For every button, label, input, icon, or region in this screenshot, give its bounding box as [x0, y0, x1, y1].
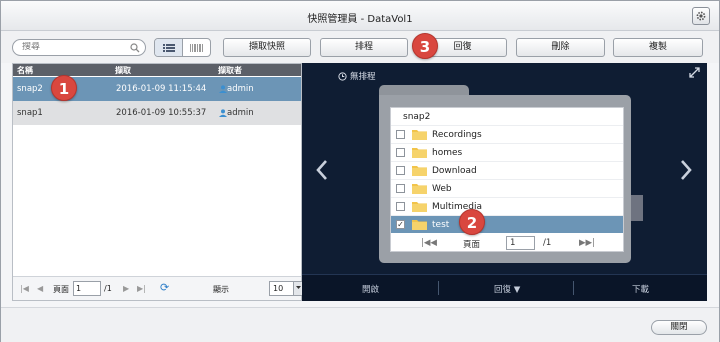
delete-button[interactable]: 刪除 [516, 38, 605, 57]
column-taken-by-header[interactable]: 擷取者 [218, 65, 242, 76]
dialog-footer: 關閉 [1, 307, 719, 342]
folder-icon [412, 130, 427, 140]
table-row[interactable]: snap1 2016-01-09 10:55:37 admin [13, 101, 301, 125]
checkbox[interactable]: ✓ [396, 220, 405, 229]
folder-icon [412, 166, 427, 176]
folder-icon [412, 202, 427, 212]
snapshot-list: 名稱 擷取 擷取者 snap2 2016-01-09 11:15:44 admi… [12, 63, 305, 301]
settings-button[interactable] [692, 7, 710, 25]
folder-row[interactable]: Recordings [391, 125, 623, 143]
folder-name: Download [432, 166, 477, 176]
folder-icon [412, 220, 427, 230]
user-icon [219, 85, 227, 93]
schedule-label: 無排程 [350, 72, 376, 82]
last-page-icon[interactable]: ▶| [137, 284, 146, 293]
last-page-icon[interactable]: ▶▶| [579, 238, 595, 248]
snapshot-title: snap2 [403, 112, 431, 122]
folder-name: Web [432, 184, 452, 194]
table-header: 名稱 擷取 擷取者 [13, 64, 301, 76]
list-icon [162, 43, 175, 52]
snapshot-folder: snap2 Recordings homes Download Web Mult… [379, 95, 631, 263]
annotation-badge-2: 2 [459, 209, 485, 235]
snapshot-name: snap2 [17, 84, 43, 94]
snapshot-user-label: admin [227, 108, 254, 118]
first-page-icon[interactable]: |◀ [20, 284, 29, 293]
annotation-badge-3: 3 [412, 33, 438, 59]
folder-row[interactable]: Multimedia [391, 197, 623, 215]
checkbox[interactable] [396, 202, 405, 211]
checkbox[interactable] [396, 148, 405, 157]
page-label: 頁面 [53, 285, 69, 294]
schedule-status: 無排程 [338, 70, 376, 82]
folder-row[interactable]: Web [391, 179, 623, 197]
checkbox[interactable] [396, 184, 405, 193]
search-box[interactable] [12, 39, 146, 56]
folder-row[interactable]: homes [391, 143, 623, 161]
search-input[interactable] [22, 42, 127, 52]
view-toggle [154, 38, 211, 57]
toolbar: 擷取快照 排程 回復 刪除 複製 [1, 31, 719, 63]
snapshot-time: 2016-01-09 11:15:44 [116, 84, 207, 94]
take-snapshot-button[interactable]: 擷取快照 [223, 38, 311, 57]
refresh-icon[interactable]: ⟳ [160, 281, 169, 294]
snapshot-manager-window: 快照管理員 - DataVol1 擷取快照 排程 回復 刪除 複製 名稱 擷取 … [0, 0, 720, 342]
checkbox[interactable] [396, 166, 405, 175]
list-view-button[interactable] [155, 39, 183, 56]
copy-button[interactable]: 複製 [613, 38, 703, 57]
folder-row[interactable]: Download [391, 161, 623, 179]
checkbox[interactable] [396, 130, 405, 139]
window-title: 快照管理員 - DataVol1 [307, 14, 413, 25]
chevron-right-icon[interactable] [679, 159, 693, 181]
divider [573, 281, 574, 295]
page-label: 頁面 [463, 240, 481, 250]
open-button[interactable]: 開啟 [362, 283, 379, 295]
page-size-value: 10 [273, 284, 284, 293]
title-bar: 快照管理員 - DataVol1 [1, 1, 719, 31]
expand-icon[interactable] [689, 67, 700, 78]
page-input[interactable]: 1 [73, 281, 101, 296]
snapshot-user: admin [219, 84, 254, 94]
column-taken-header[interactable]: 擷取 [115, 65, 131, 76]
snapshot-preview: 無排程 snap2 Recordings homes Download Web … [302, 63, 707, 301]
schedule-button[interactable]: 排程 [320, 38, 408, 57]
list-pager: |◀ ◀ 頁面 1 /1 ▶ ▶| ⟳ 顯示 10 [13, 276, 305, 300]
folder-icon [412, 184, 427, 194]
annotation-badge-1: 1 [51, 75, 77, 101]
preview-actions: 開啟 回復 ▼ 下載 [302, 274, 707, 301]
user-icon [219, 109, 227, 117]
file-browser: snap2 Recordings homes Download Web Mult… [390, 107, 624, 252]
chevron-left-icon[interactable] [315, 159, 329, 181]
divider [438, 281, 439, 295]
clock-icon [338, 71, 347, 81]
folder-name: test [432, 220, 450, 230]
timeline-icon [190, 43, 203, 52]
preview-pager: |◀◀ 頁面 1 /1 ▶▶| [391, 235, 623, 251]
page-input[interactable]: 1 [506, 236, 535, 250]
show-label: 顯示 [213, 285, 229, 294]
first-page-icon[interactable]: |◀◀ [421, 238, 437, 248]
download-button[interactable]: 下載 [632, 283, 649, 295]
snapshot-user: admin [219, 108, 254, 118]
column-name-header[interactable]: 名稱 [17, 65, 33, 76]
restore-dropdown-button[interactable]: 回復 ▼ [494, 283, 520, 295]
snapshot-time: 2016-01-09 10:55:37 [116, 108, 207, 118]
close-button[interactable]: 關閉 [651, 320, 707, 335]
folder-name: homes [432, 148, 463, 158]
folder-row[interactable]: ✓ test [391, 215, 623, 233]
next-page-icon[interactable]: ▶ [123, 284, 129, 293]
thumbnail-view-button[interactable] [183, 39, 210, 56]
snapshot-user-label: admin [227, 84, 254, 94]
page-total: /1 [104, 284, 112, 293]
prev-page-icon[interactable]: ◀ [37, 284, 43, 293]
gear-icon [696, 11, 706, 21]
snapshot-name: snap1 [17, 108, 43, 118]
folder-icon [412, 148, 427, 158]
page-total: /1 [543, 238, 552, 248]
page-size-select[interactable]: 10 [269, 281, 305, 296]
folder-name: Recordings [432, 130, 482, 140]
search-icon[interactable] [130, 43, 140, 53]
